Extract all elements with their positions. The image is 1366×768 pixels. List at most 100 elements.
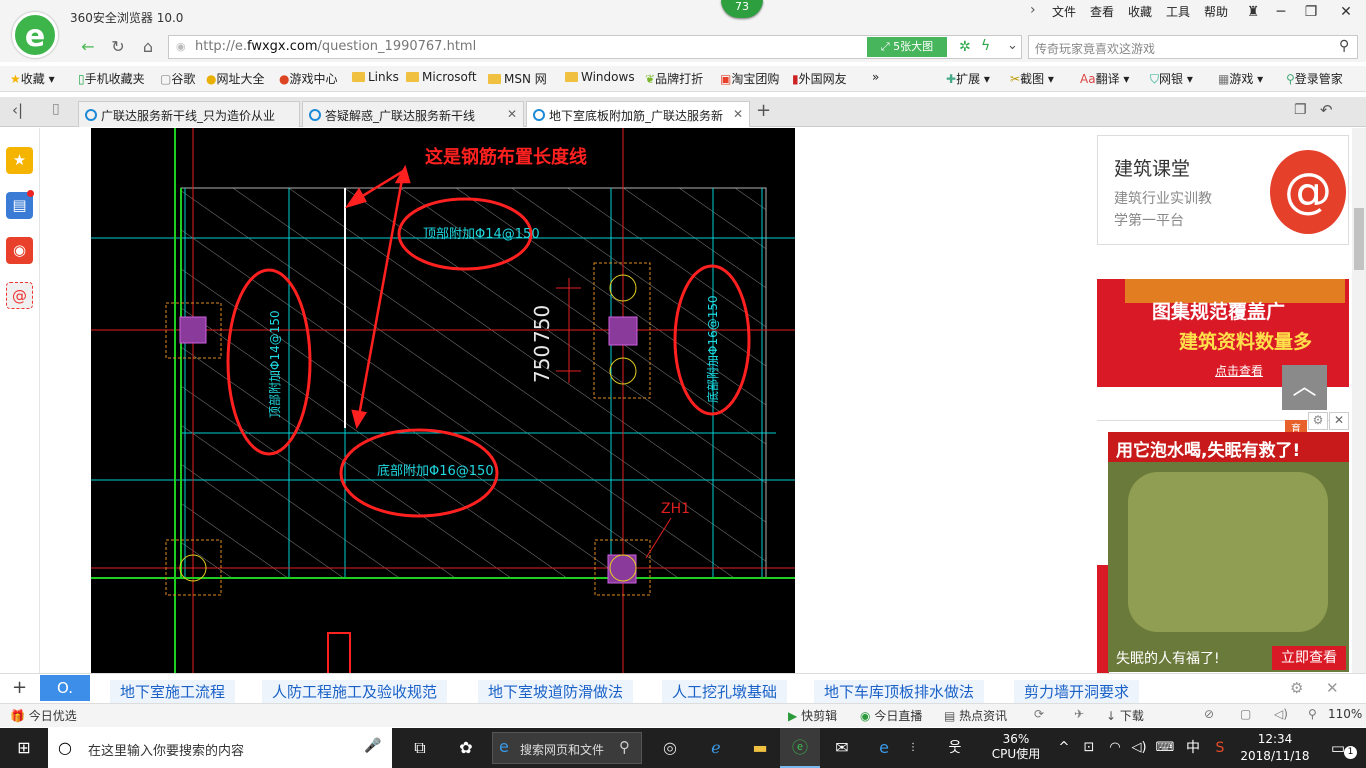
big-pictures-button[interactable]: ⤢ 5张大图 [867,37,947,57]
keyword-link[interactable]: 人工挖孔墩基础 [662,680,788,703]
mail-icon[interactable]: @ [6,282,33,309]
more-icon[interactable]: ⋮ [906,728,920,768]
ad-close-icon[interactable]: ✕ [1329,412,1349,430]
bookmark-games[interactable]: ●游戏中心 [279,70,338,87]
refresh-button[interactable]: ↻ [106,35,130,59]
new-tab-button[interactable]: + [756,100,771,121]
chevron-right-icon[interactable]: › [1030,2,1036,18]
sogou-icon[interactable]: S [1208,728,1232,768]
menu-help[interactable]: 帮助 [1204,3,1228,20]
url-text[interactable]: http://e.fwxgx.com/question_1990767.html [195,39,476,54]
tool-bank[interactable]: ⛉网银 ▾ [1150,70,1193,87]
mail-app-icon[interactable]: ✉ [822,728,862,768]
popup-ad[interactable]: 用它泡水喝,失眠有救了! 失眠的人有福了! 立即查看 [1108,432,1349,672]
taskbar-web-search[interactable]: e 搜索网页和文件 ⚲ [492,732,642,764]
microphone-icon[interactable]: 🎤 [364,738,381,754]
wifi-icon[interactable]: ◠ [1104,728,1126,768]
task-view-icon[interactable]: ⧉ [400,728,440,768]
restore-tabs-icon[interactable]: ❐ [1294,102,1307,118]
bookmark-taobao[interactable]: ▣淘宝团购 [720,70,779,87]
scrollbar-thumb[interactable] [1354,208,1364,270]
back-button[interactable]: ← [76,35,100,59]
cpu-monitor[interactable]: 36% CPU使用 [986,732,1046,762]
course-card[interactable]: 建筑课堂 建筑行业实训教 学第一平台 @ [1097,135,1349,245]
pin-icon[interactable]: ✈ [1074,707,1084,721]
menu-view[interactable]: 查看 [1090,3,1114,20]
daily-picks[interactable]: 🎁 今日优选 [10,707,77,724]
ime-indicator[interactable]: 中 [1182,728,1204,768]
chrome-app-icon[interactable]: ◎ [650,728,690,768]
home-button[interactable]: ⌂ [136,35,160,59]
file-explorer-icon[interactable]: ▬ [740,728,780,768]
add-icon[interactable]: + [12,677,27,698]
minimize-button[interactable]: ─ [1266,0,1296,26]
back-to-top-button[interactable]: ︿ [1282,365,1327,410]
network-icon[interactable]: ⊡ [1078,728,1100,768]
keyword-link[interactable]: 地下车库顶板排水做法 [814,680,985,703]
status-item[interactable]: ▤ 热点资讯 [944,707,1007,724]
cortana-search-box[interactable]: ○ 在这里输入你要搜索的内容 🎤 [48,728,392,768]
edge-app-icon[interactable]: e [864,728,904,768]
tab-list-icon[interactable]: ‹| [12,101,23,119]
volume-icon[interactable]: ◁) [1274,707,1288,721]
bookmark-mobile[interactable]: ▯手机收藏夹 [78,70,145,87]
status-item[interactable]: ▶ 快剪辑 [788,707,837,724]
weibo-icon[interactable]: ◉ [6,237,33,264]
bookmark-microsoft[interactable]: Microsoft [406,70,477,84]
show-hidden-icons[interactable]: ^ [1054,728,1074,768]
zoom-level[interactable]: 110% [1328,707,1362,721]
search-input[interactable]: 传奇玩家竟喜欢这游戏 [1035,40,1155,57]
tool-extensions[interactable]: ✚扩展 ▾ [946,70,990,87]
bookmark-google[interactable]: ▢谷歌 [160,70,195,87]
undo-close-icon[interactable]: ↶ [1320,101,1333,119]
ie-app-icon[interactable]: ℯ [696,728,736,768]
page-scrollbar[interactable] [1352,128,1366,673]
browser-logo-icon[interactable]: e [12,12,58,58]
bookmark-foreign[interactable]: ▮外国网友 [792,70,847,87]
keyword-settings-icon[interactable]: ⚙ [1290,679,1303,697]
tab-1[interactable]: 广联达服务新干线_只为造价从业 [78,101,300,127]
close-tab-icon[interactable]: ✕ [733,107,743,121]
search-logo-icon[interactable]: O. [40,675,90,701]
keyword-link[interactable]: 地下室施工流程 [110,680,236,703]
sidebar-toggle-icon[interactable]: ▯ [52,101,60,117]
tool-login-manager[interactable]: ⚲登录管家 [1286,70,1343,87]
windows-start-icon[interactable]: ⊞ [0,728,48,768]
tool-screenshot[interactable]: ✂截图 ▾ [1010,70,1054,87]
ad-view-button[interactable]: 立即查看 [1272,646,1346,670]
maximize-button[interactable]: ❐ [1296,0,1326,26]
favorites-star-icon[interactable]: ★ [6,147,33,174]
zoom-icon[interactable]: ⚲ [1308,707,1317,721]
close-tab-icon[interactable]: ✕ [507,107,517,121]
menu-favorites[interactable]: 收藏 [1128,3,1152,20]
keyword-close-icon[interactable]: ✕ [1326,679,1339,697]
search-icon[interactable]: ⚲ [1339,38,1349,54]
ad-settings-icon[interactable]: ⚙ [1308,412,1328,430]
clock[interactable]: 12:34 2018/11/18 [1238,731,1312,765]
skin-icon[interactable]: ♜ [1238,0,1268,26]
close-window-button[interactable]: ✕ [1328,0,1364,26]
tab-3-active[interactable]: 地下室底板附加筋_广联达服务新 ✕ [526,101,750,127]
address-bar[interactable]: ◉ http://e.fwxgx.com/question_1990767.ht… [168,35,1022,59]
tab-2[interactable]: 答疑解惑_广联达服务新干线 ✕ [302,101,524,127]
lightning-icon[interactable]: ϟ [981,38,990,54]
menu-tools[interactable]: 工具 [1166,3,1190,20]
keyboard-icon[interactable]: ⌨ [1152,728,1178,768]
speedup-icon[interactable]: ✲ [959,39,971,55]
banner-link[interactable]: 点击查看 [1215,362,1263,379]
people-icon[interactable]: 웃 [938,728,972,768]
status-item[interactable]: ◉ 今日直播 [860,707,922,724]
bookmark-msn[interactable]: MSN 网 [488,70,547,87]
bookmark-links[interactable]: Links [352,70,399,84]
bookmark-windows[interactable]: Windows [565,70,635,84]
tool-translate[interactable]: Aa翻译 ▾ [1080,70,1129,87]
keyword-link[interactable]: 剪力墙开洞要求 [1014,680,1140,703]
keyword-link[interactable]: 地下室坡道防滑做法 [478,680,634,703]
menu-file[interactable]: 文件 [1052,3,1076,20]
ie-mode-icon[interactable]: ⟳ [1034,707,1044,721]
search-box[interactable]: 传奇玩家竟喜欢这游戏 ⚲ [1028,35,1358,59]
chevron-down-icon[interactable]: ⌄ [1007,38,1018,53]
speaker-icon[interactable]: ◁) [1128,728,1150,768]
bookmark-nav[interactable]: ●网址大全 [206,70,265,87]
cleanup-icon[interactable]: ⊘ [1204,707,1214,721]
